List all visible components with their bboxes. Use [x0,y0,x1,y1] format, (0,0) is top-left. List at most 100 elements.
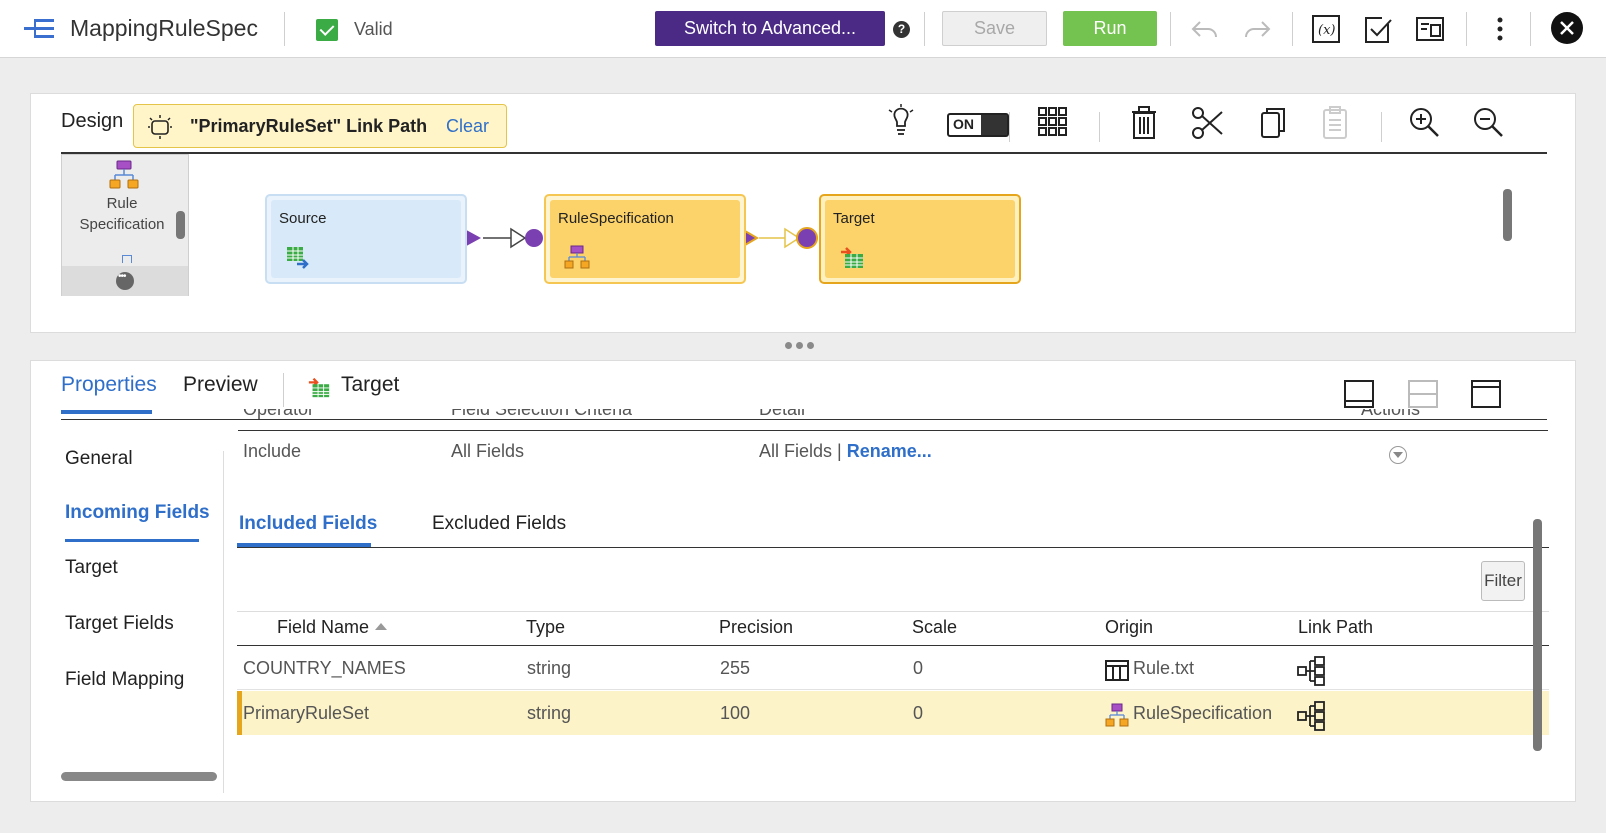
toolbar-divider [1530,12,1531,46]
node-source[interactable]: Source [265,194,467,284]
page-title: MappingRuleSpec [70,15,258,41]
node-rule-specification[interactable]: RuleSpecification [544,194,746,284]
toolbar-divider [284,12,285,46]
layout-split-icon[interactable] [1407,379,1439,409]
side-nav-scrollbar[interactable] [61,772,217,781]
side-nav-active-indicator [65,539,199,542]
run-button[interactable]: Run [1063,11,1157,46]
toolbar-divider [1466,12,1467,46]
validate-icon[interactable] [1362,12,1396,46]
cell-precision: 100 [720,703,751,723]
column-header-field-name[interactable]: Field Name [277,617,388,638]
close-icon[interactable] [1551,12,1583,44]
side-nav-general[interactable]: General [65,448,133,470]
cell-origin: Rule.txt [1133,658,1195,678]
toggle-knob [981,115,1007,135]
side-nav-incoming-fields[interactable]: Incoming Fields [65,502,210,524]
properties-panel: Properties Preview Target General Incomi… [30,360,1576,802]
palette-next-item-icon [122,255,132,263]
palette-scrollbar[interactable] [176,211,185,239]
rule-specification-icon[interactable] [108,159,140,193]
fields-scrollbar[interactable] [1533,519,1542,751]
cell-type: string [527,658,572,678]
side-nav-divider [223,451,224,793]
toolbar-divider [1170,12,1171,46]
canvas-scrollbar[interactable] [1503,189,1512,241]
side-nav-target[interactable]: Target [65,557,118,579]
more-options-icon[interactable] [1483,12,1517,46]
link-path-icon[interactable] [1297,656,1327,686]
zoom-in-icon[interactable] [1405,104,1445,142]
copy-icon[interactable] [1252,104,1292,142]
cell-type: string [527,703,572,723]
panel-resize-handle[interactable] [785,336,823,349]
link-path-icon[interactable] [1297,701,1327,731]
delete-icon[interactable] [1124,104,1164,142]
cell-field-name: COUNTRY_NAMES [243,658,406,678]
expression-icon[interactable]: (x) [1310,12,1344,46]
redo-icon[interactable] [1240,12,1274,46]
link-path-toggle[interactable]: ON [947,113,1009,137]
node-target[interactable]: Target [819,194,1021,284]
side-nav-target-fields[interactable]: Target Fields [65,613,174,635]
palette-item-label[interactable]: Rule Specification [66,193,178,235]
target-table-icon [841,247,863,268]
tab-included-fields[interactable]: Included Fields [239,513,377,535]
flat-file-icon [1105,660,1129,681]
cell-precision: 255 [720,658,751,678]
cut-icon[interactable] [1188,104,1228,142]
column-header-operator: Operator [243,409,315,419]
table-top-border [237,611,1549,612]
paste-icon[interactable] [1315,104,1355,142]
column-header-link-path[interactable]: Link Path [1298,617,1373,638]
column-header-actions: Actions [1361,409,1421,419]
properties-panel-icon[interactable] [1414,12,1448,46]
tab-preview[interactable]: Preview [183,373,258,397]
arrange-all-icon[interactable] [1033,104,1073,142]
palette-more-bar [62,266,188,296]
rule-specification-icon [564,245,590,269]
column-header-scale[interactable]: Scale [912,617,957,638]
subtab-divider [237,547,1549,548]
rule-detail-text: All Fields [759,441,833,461]
rule-detail-separator: | [837,441,842,461]
undo-icon[interactable] [1188,12,1222,46]
link-path-banner: "PrimaryRuleSet" Link Path Clear [133,104,507,148]
column-header-type[interactable]: Type [526,617,565,638]
cell-scale: 0 [913,703,924,723]
zoom-out-icon[interactable] [1469,104,1509,142]
filter-button[interactable]: Filter [1481,561,1525,601]
target-table-icon [308,377,330,398]
valid-check-icon [316,19,338,41]
active-tab-indicator [61,410,152,414]
column-header-precision[interactable]: Precision [719,617,793,638]
column-header-detail: Detail [759,409,806,419]
tab-divider [283,373,284,407]
node-rule-specification-label: RuleSpecification [558,210,674,227]
clear-link-path-link[interactable]: Clear [446,116,489,137]
help-icon[interactable]: ? [893,21,910,38]
actions-dropdown-icon[interactable] [1389,446,1407,464]
rename-link[interactable]: Rename... [847,441,932,461]
rule-operator-value: Include [243,441,302,461]
table-row-highlighted[interactable]: PrimaryRuleSet string 100 0 RuleSpecific… [237,691,1549,735]
more-transformations-icon[interactable] [116,271,134,290]
design-header-divider [61,152,1547,154]
side-nav-field-mapping[interactable]: Field Mapping [65,669,184,691]
column-header-origin[interactable]: Origin [1105,617,1153,638]
design-label: Design [61,110,124,132]
design-panel: Design "PrimaryRuleSet" Link Path Clear … [30,93,1576,333]
transformation-palette: Rule Specification [61,154,189,296]
svg-text:(x): (x) [1318,23,1335,38]
toolbar-divider [1009,112,1010,142]
lightbulb-icon[interactable] [881,104,921,142]
save-button[interactable]: Save [942,11,1047,46]
rule-detail-value: All Fields | Rename... [759,441,932,462]
switch-to-advanced-button[interactable]: Switch to Advanced... [655,11,885,46]
table-row[interactable]: COUNTRY_NAMES string 255 0 Rule.txt [237,646,1549,690]
layout-top-icon[interactable] [1470,379,1502,409]
layout-bottom-icon[interactable] [1343,379,1375,409]
tab-properties[interactable]: Properties [61,373,157,397]
column-header-field-name-label: Field Name [277,617,370,637]
tab-excluded-fields[interactable]: Excluded Fields [432,513,566,535]
